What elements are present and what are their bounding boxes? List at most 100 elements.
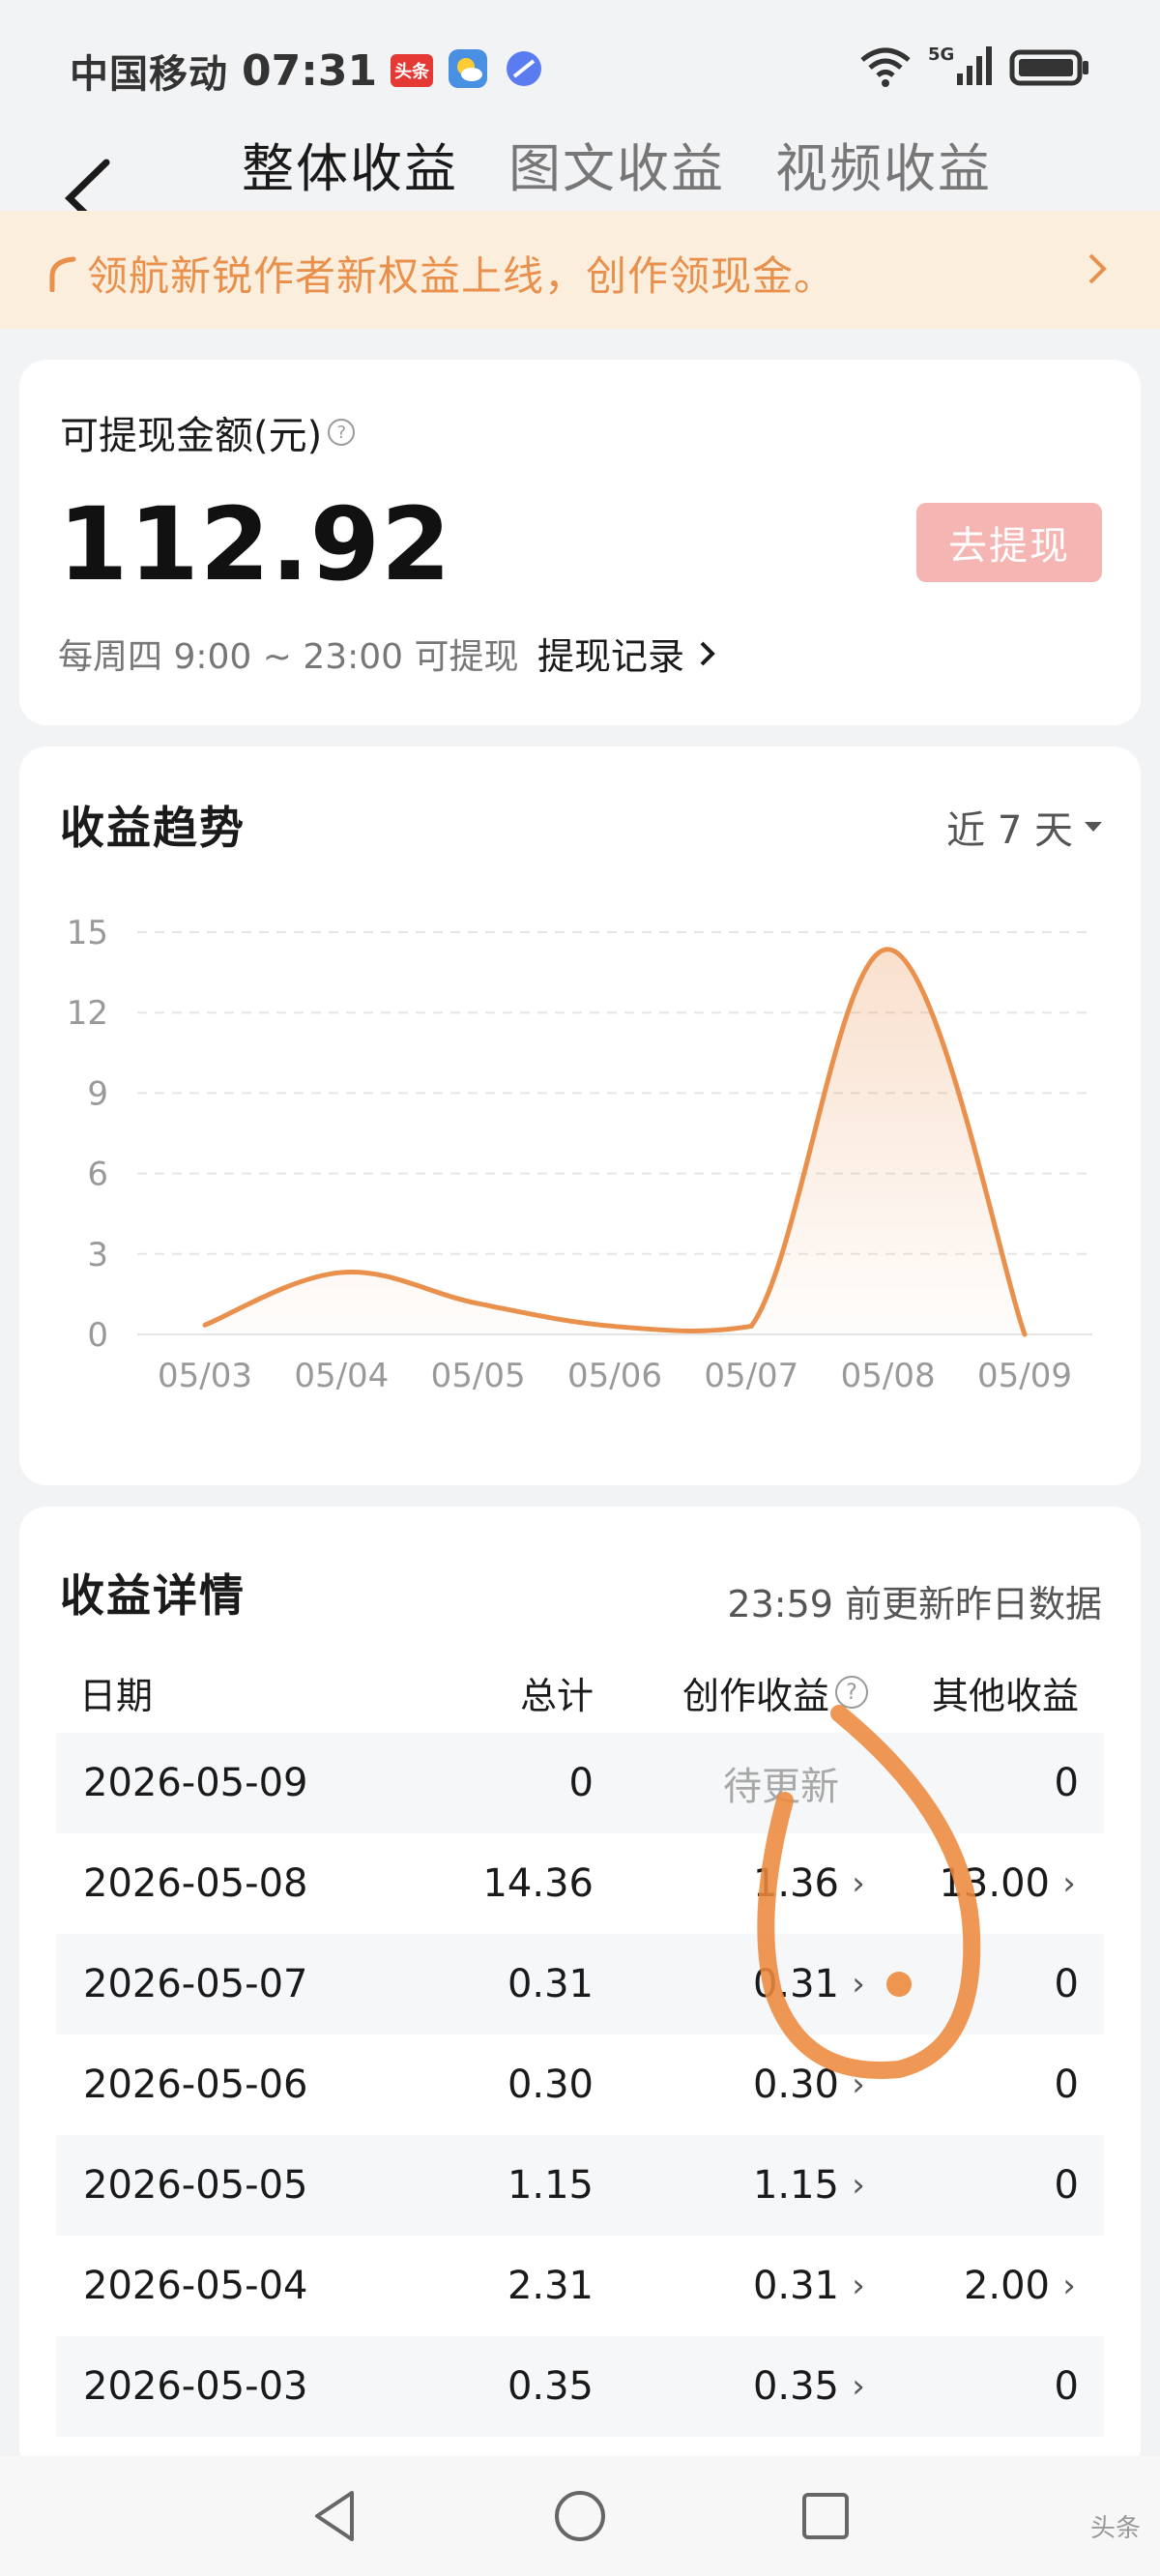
y-tick-label: 3: [87, 1236, 108, 1274]
table-row: 2026-05-04 2.31 0.31 › 2.00 ›: [56, 2236, 1104, 2336]
chevron-right-icon: ›: [852, 1864, 865, 1903]
chevron-right-icon: [1087, 249, 1110, 298]
cell-date: 2026-05-04: [83, 2264, 308, 2308]
cell-other-value: 2.00: [963, 2264, 1050, 2308]
col-create-label: 创作收益: [682, 1674, 829, 1717]
wifi-icon: [856, 44, 914, 93]
help-icon[interactable]: ?: [835, 1676, 868, 1709]
tab-article-income[interactable]: 图文收益: [508, 126, 725, 202]
cell-other: 0: [868, 1761, 1104, 1805]
cell-create-value: 1.36: [752, 1861, 839, 1906]
withdrawable-label: 可提现金额(元): [60, 414, 323, 458]
banner-text: 领航新锐作者新权益上线，创作领现金。: [87, 252, 836, 300]
withdraw-card: 可提现金额(元) ? 112.92 去提现 每周四 9:00 ~ 23:00 可…: [19, 360, 1141, 725]
col-other-header: 其他收益: [931, 1674, 1079, 1717]
y-tick-label: 0: [87, 1316, 108, 1355]
cell-other[interactable]: 2.00 ›: [868, 2264, 1104, 2308]
cell-total: 0.31: [507, 1962, 594, 2006]
cell-date: 2026-05-09: [83, 1761, 308, 1805]
cell-create[interactable]: 0.31 ›: [597, 2264, 868, 2308]
cell-create: 待更新: [597, 1755, 868, 1811]
withdraw-time-hint: 每周四 9:00 ~ 23:00 可提现: [58, 637, 519, 677]
nav-back-button[interactable]: [305, 2485, 367, 2547]
withdrawable-label-row: 可提现金额(元) ?: [60, 404, 356, 460]
nav-recents-button[interactable]: [795, 2485, 856, 2547]
tab-overall-income[interactable]: 整体收益: [242, 126, 458, 202]
chevron-right-icon: ›: [852, 2267, 865, 2305]
weather-icon: [447, 47, 489, 94]
cell-total: 1.15: [507, 2163, 594, 2208]
y-tick-label: 9: [87, 1074, 108, 1113]
cell-create[interactable]: 0.31 ›: [597, 1962, 868, 2006]
help-icon[interactable]: ?: [328, 419, 356, 446]
table-row: 2026-05-07 0.31 0.31 › 0: [56, 1934, 1104, 2034]
cell-total: 0.35: [507, 2364, 594, 2409]
watermark: 头条: [1089, 2514, 1141, 2543]
cell-create[interactable]: 1.15 ›: [597, 2163, 868, 2208]
withdraw-record-link[interactable]: 提现记录: [537, 627, 717, 680]
col-create-header: 创作收益 ?: [597, 1666, 868, 1719]
x-tick-label: 05/03: [158, 1357, 252, 1395]
table-row: 2026-05-06 0.30 0.30 › 0: [56, 2034, 1104, 2135]
update-note: 23:59 前更新昨日数据: [727, 1583, 1102, 1625]
x-tick-label: 05/04: [294, 1357, 389, 1395]
svg-text:5G: 5G: [928, 44, 954, 65]
status-bar: 中国移动 07:31 头条 5G: [0, 0, 1160, 135]
x-tick-label: 05/07: [704, 1357, 798, 1395]
tab-video-income[interactable]: 视频收益: [775, 126, 992, 202]
cell-create-value: 0.35: [752, 2364, 839, 2409]
withdraw-button[interactable]: 去提现: [916, 503, 1102, 582]
square-recents-icon: [802, 2493, 849, 2539]
system-nav-bar: 头条: [0, 2456, 1160, 2576]
cell-other: 0: [868, 2364, 1104, 2409]
cell-other: 0: [868, 2063, 1104, 2107]
promo-banner[interactable]: 领航新锐作者新权益上线，创作领现金。: [0, 211, 1160, 329]
cell-create-value: 0.31: [752, 2264, 839, 2308]
cell-other[interactable]: 13.00 ›: [868, 1861, 1104, 1906]
table-row: 2026-05-08 14.36 1.36 › 13.00 ›: [56, 1833, 1104, 1934]
x-tick-label: 05/05: [431, 1357, 526, 1395]
cell-other: 0: [868, 1962, 1104, 2006]
income-detail-card: 收益详情 23:59 前更新昨日数据 日期 总计 创作收益 ? 其他收益 202…: [19, 1507, 1141, 2474]
cell-date: 2026-05-06: [83, 2063, 308, 2107]
col-total-header: 总计: [519, 1674, 594, 1717]
table-row: 2026-05-05 1.15 1.15 › 0: [56, 2135, 1104, 2236]
toutiao-badge-icon: 头条: [391, 54, 434, 87]
cell-other: 0: [868, 2163, 1104, 2208]
chevron-right-icon: ›: [852, 1965, 865, 2004]
y-tick-label: 12: [67, 994, 108, 1033]
table-header: 日期 总计 创作收益 ? 其他收益: [56, 1652, 1104, 1733]
cell-create-value: 0.31: [752, 1962, 839, 2006]
cell-total: 14.36: [482, 1861, 594, 1906]
cell-other-value: 0: [1054, 2163, 1079, 2208]
cell-other-value: 0: [1054, 2364, 1079, 2409]
circle-home-icon: [555, 2491, 605, 2541]
nav-home-button[interactable]: [549, 2485, 611, 2547]
x-tick-label: 05/06: [567, 1357, 662, 1395]
income-table: 日期 总计 创作收益 ? 其他收益 2026-05-09 0 待更新 0 2026-05…: [56, 1652, 1104, 2437]
y-tick-label: 15: [67, 914, 108, 952]
detail-title: 收益详情: [60, 1569, 246, 1622]
carrier-name: 中国移动: [70, 52, 228, 97]
chevron-right-icon: ›: [1062, 1864, 1076, 1903]
col-date-header: 日期: [79, 1674, 154, 1717]
cell-other-value: 0: [1054, 2063, 1079, 2107]
tab-bar: 整体收益 图文收益 视频收益: [242, 126, 992, 202]
status-bar-left: 中国移动 07:31 头条: [70, 43, 545, 99]
cell-other-value: 0: [1054, 1962, 1079, 2006]
chevron-right-icon: ›: [1062, 2267, 1076, 2305]
cell-create[interactable]: 0.35 ›: [597, 2364, 868, 2409]
cell-other-value: 13.00: [939, 1861, 1050, 1906]
cell-create[interactable]: 1.36 ›: [597, 1861, 868, 1906]
status-bar-right: 5G: [856, 44, 1090, 93]
table-row: 2026-05-03 0.35 0.35 › 0: [56, 2336, 1104, 2437]
cell-signal-icon: 5G: [928, 44, 996, 93]
x-tick-label: 05/09: [977, 1357, 1072, 1395]
cell-create[interactable]: 0.30 ›: [597, 2063, 868, 2107]
chevron-right-icon: ›: [852, 2065, 865, 2104]
y-tick-label: 6: [87, 1156, 108, 1194]
cell-total: 0.30: [507, 2063, 594, 2107]
browser-icon: [503, 47, 545, 94]
cell-total: 0: [568, 1761, 594, 1805]
chevron-right-icon: ›: [852, 2367, 865, 2406]
